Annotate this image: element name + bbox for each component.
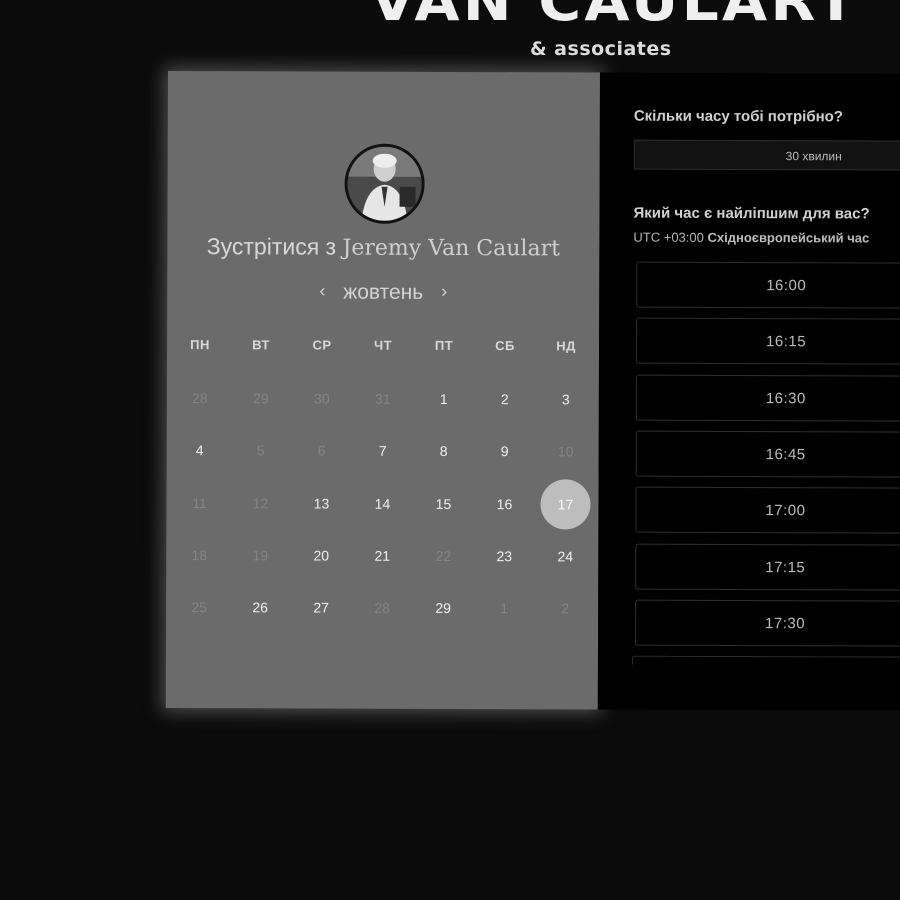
month-label: жовтень bbox=[343, 280, 424, 304]
brand-subtitle: & associates bbox=[530, 38, 672, 60]
calendar-day: 31 bbox=[375, 390, 391, 407]
brand-title: VAN CAULART bbox=[370, 0, 859, 33]
calendar-day: 28 bbox=[192, 390, 208, 407]
timezone-label[interactable]: UTC +03:00 Східноєвропейський час bbox=[633, 230, 869, 246]
calendar-day-selected[interactable]: 17 bbox=[540, 479, 591, 530]
time-question: Який час є найліпшим для вас? bbox=[633, 204, 870, 223]
booking-widget: Зустрітися з Jeremy Van Caulart ‹ жовтен… bbox=[165, 71, 900, 711]
calendar-day: 12 bbox=[252, 495, 269, 512]
calendar-day: 25 bbox=[191, 599, 207, 616]
calendar-day[interactable]: 13 bbox=[296, 478, 346, 528]
time-slot-button[interactable]: 16:30 bbox=[635, 374, 900, 422]
calendar-day: 11 bbox=[192, 495, 207, 512]
host-avatar bbox=[344, 143, 425, 224]
weekday-label: ВТ bbox=[252, 337, 270, 353]
calendar-day: 2 bbox=[561, 600, 570, 617]
weekday-label: ЧТ bbox=[373, 337, 393, 353]
weekday-label: ПТ bbox=[434, 337, 454, 353]
time-slot-button[interactable]: 16:00 bbox=[636, 261, 900, 309]
weekday-label: НД bbox=[556, 338, 576, 354]
calendar-day[interactable]: 27 bbox=[296, 582, 346, 632]
calendar-day: 28 bbox=[374, 599, 390, 616]
calendar-day[interactable]: 15 bbox=[418, 479, 468, 529]
calendar-day: 19 bbox=[252, 547, 269, 564]
time-selection-panel: Скільки часу тобі потрібно? 30 хвилин Як… bbox=[597, 72, 900, 711]
calendar-day: 10 bbox=[557, 443, 574, 460]
weekday-label: СБ bbox=[495, 338, 515, 354]
time-slot-button[interactable]: 16:15 bbox=[635, 317, 900, 365]
duration-question: Скільки часу тобі потрібно? bbox=[633, 107, 844, 126]
host-photo bbox=[347, 146, 422, 221]
calendar-day[interactable]: 4 bbox=[175, 425, 225, 475]
time-slot-button[interactable]: 17:00 bbox=[635, 486, 900, 534]
calendar-day: 30 bbox=[314, 390, 330, 407]
calendar-day[interactable]: 26 bbox=[235, 582, 285, 632]
calendar-day: 18 bbox=[191, 547, 208, 564]
brand-header: VAN CAULART & associates bbox=[0, 0, 900, 70]
calendar-day[interactable]: 3 bbox=[541, 374, 591, 424]
weekday-label: СР bbox=[312, 337, 332, 353]
calendar-day: 5 bbox=[256, 442, 265, 459]
time-slot-partial[interactable] bbox=[631, 655, 900, 666]
calendar-day[interactable]: 7 bbox=[358, 426, 408, 476]
prev-month-icon[interactable]: ‹ bbox=[307, 280, 337, 301]
calendar-day[interactable]: 2 bbox=[480, 374, 530, 424]
timezone-name: Східноєвропейський час bbox=[707, 229, 870, 246]
calendar-panel: Зустрітися з Jeremy Van Caulart ‹ жовтен… bbox=[165, 71, 600, 710]
calendar-day-grid: 28 29 30 31 1 2 3 4 5 6 7 8 9 10 11 12 13 14 15 16 17 18 19 20 2… bbox=[168, 71, 600, 616]
calendar-day: 22 bbox=[435, 547, 452, 564]
time-slot-button[interactable]: 17:15 bbox=[635, 543, 900, 591]
calendar-day[interactable]: 9 bbox=[480, 426, 530, 476]
calendar-day[interactable]: 1 bbox=[419, 374, 469, 424]
meet-title-prefix: Зустрітися з bbox=[206, 233, 337, 260]
calendar-day: 29 bbox=[253, 390, 269, 407]
calendar-day[interactable]: 16 bbox=[479, 479, 529, 529]
calendar-day[interactable]: 14 bbox=[357, 479, 407, 529]
weekday-header-row: ПН ВТ СР ЧТ ПТ СБ НД bbox=[168, 71, 600, 353]
weekday-label: ПН bbox=[190, 337, 210, 353]
next-month-icon[interactable]: › bbox=[429, 281, 459, 302]
meet-title: Зустрітися з Jeremy Van Caulart bbox=[167, 233, 599, 262]
calendar-day: 6 bbox=[317, 442, 326, 459]
calendar-day[interactable]: 20 bbox=[296, 530, 346, 580]
calendar-day: 1 bbox=[500, 600, 509, 617]
calendar-day[interactable]: 23 bbox=[479, 531, 529, 581]
time-slot-list: 16:00 16:15 16:30 16:45 17:00 17:15 17:30 bbox=[600, 73, 900, 647]
calendar-day[interactable]: 24 bbox=[540, 531, 590, 581]
duration-select[interactable]: 30 хвилин bbox=[633, 139, 900, 171]
host-name: Jeremy Van Caulart bbox=[342, 235, 561, 262]
calendar-day[interactable]: 21 bbox=[357, 531, 407, 581]
calendar-day[interactable]: 29 bbox=[418, 583, 468, 633]
time-slot-button[interactable]: 17:30 bbox=[634, 599, 900, 647]
month-navigation: ‹ жовтень › bbox=[167, 280, 599, 306]
calendar-day[interactable]: 8 bbox=[419, 426, 469, 476]
time-slot-button[interactable]: 16:45 bbox=[635, 430, 900, 478]
timezone-offset: UTC +03:00 bbox=[633, 229, 704, 245]
